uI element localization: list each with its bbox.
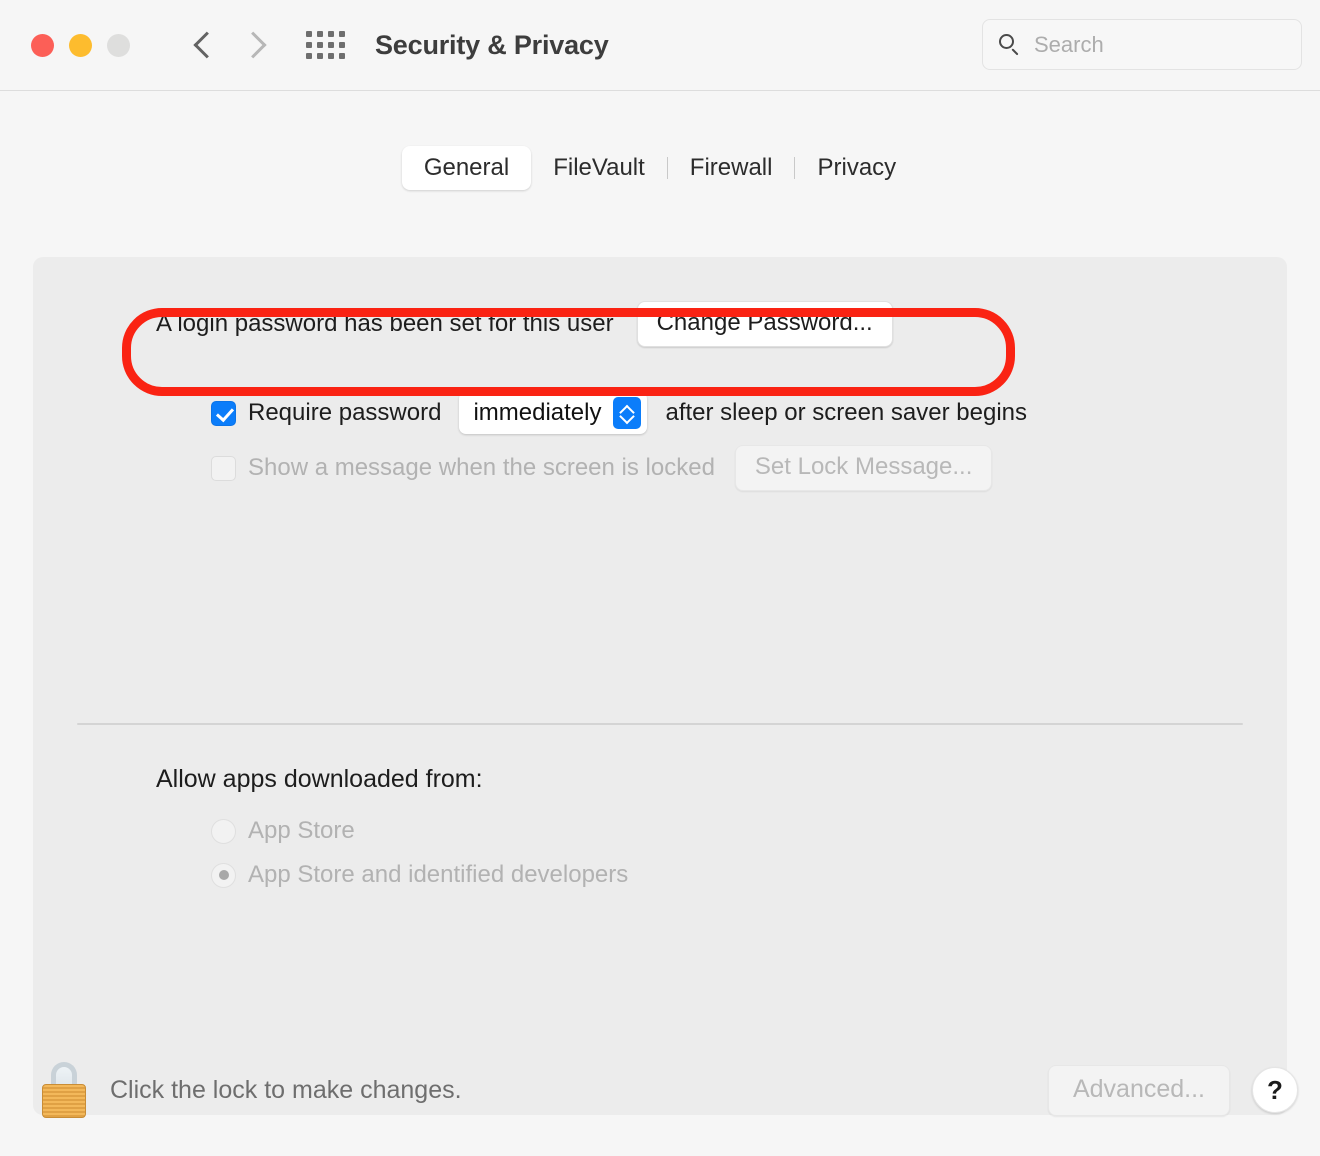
lock-message-row: Show a message when the screen is locked…: [211, 445, 993, 491]
show-lock-message-label: Show a message when the screen is locked: [248, 454, 715, 481]
tab-privacy[interactable]: Privacy: [795, 146, 918, 190]
lock-body: [42, 1084, 86, 1118]
back-chevron-icon[interactable]: [192, 28, 214, 62]
search-field[interactable]: Search: [982, 19, 1302, 70]
tab-firewall[interactable]: Firewall: [668, 146, 795, 190]
app-store-radio-label: App Store: [248, 817, 355, 844]
grid-dot: [317, 53, 323, 59]
close-window-button[interactable]: [31, 33, 54, 57]
navigation-arrows: [192, 28, 268, 62]
identified-developers-radio-label: App Store and identified developers: [248, 861, 629, 888]
page-title: Security & Privacy: [375, 29, 609, 60]
grid-dot: [328, 31, 334, 37]
grid-dot: [339, 31, 345, 37]
lock-icon[interactable]: [40, 1062, 88, 1118]
bottom-bar: Click the lock to make changes. Advanced…: [0, 1024, 1320, 1156]
require-password-row: Require password immediately after sleep…: [211, 392, 1027, 434]
change-password-button[interactable]: Change Password...: [636, 301, 893, 347]
grid-dot: [328, 53, 334, 59]
require-password-label: Require password: [248, 399, 442, 426]
lock-hint-text: Click the lock to make changes.: [110, 1075, 462, 1104]
show-all-grid-icon[interactable]: [306, 31, 345, 59]
set-lock-message-button: Set Lock Message...: [734, 445, 993, 491]
bottom-right-buttons: Advanced... ?: [1047, 1064, 1298, 1116]
grid-dot: [306, 42, 312, 48]
identified-developers-radio: [211, 862, 236, 888]
minimize-window-button[interactable]: [69, 33, 92, 57]
allow-apps-option-identified-developers: App Store and identified developers: [211, 861, 628, 889]
require-password-checkbox[interactable]: [211, 400, 236, 426]
require-password-interval-value: immediately: [473, 399, 602, 426]
tab-filevault[interactable]: FileVault: [531, 146, 667, 190]
grid-dot: [317, 31, 323, 37]
show-lock-message-checkbox[interactable]: [211, 455, 236, 481]
require-password-suffix: after sleep or screen saver begins: [665, 399, 1028, 426]
help-button[interactable]: ?: [1252, 1067, 1298, 1113]
app-store-radio: [211, 818, 236, 844]
grid-dot: [306, 53, 312, 59]
tab-bar: General FileVault Firewall Privacy: [0, 146, 1320, 190]
search-icon: [999, 33, 1021, 56]
grid-dot: [306, 31, 312, 37]
zoom-window-button: [107, 33, 130, 57]
grid-dot: [339, 42, 345, 48]
login-password-row: A login password has been set for this u…: [156, 301, 893, 347]
forward-chevron-icon: [246, 28, 268, 62]
chevron-up-down-icon: [613, 397, 642, 429]
grid-dot: [339, 53, 345, 59]
security-privacy-window: Security & Privacy Search General FileVa…: [0, 0, 1320, 1156]
traffic-lights: [31, 33, 130, 57]
search-input[interactable]: Search: [1034, 32, 1104, 58]
general-panel: A login password has been set for this u…: [33, 257, 1287, 1115]
login-password-status: A login password has been set for this u…: [156, 310, 614, 337]
content-area: General FileVault Firewall Privacy A log…: [0, 91, 1320, 1156]
window-toolbar: Security & Privacy Search: [0, 0, 1320, 91]
allow-apps-option-app-store: App Store: [211, 817, 355, 845]
allow-apps-label: Allow apps downloaded from:: [156, 765, 483, 793]
tab-general[interactable]: General: [401, 146, 532, 190]
require-password-interval-select[interactable]: immediately: [459, 392, 648, 434]
advanced-button: Advanced...: [1047, 1064, 1230, 1116]
section-divider: [77, 723, 1243, 725]
grid-dot: [328, 42, 334, 48]
grid-dot: [317, 42, 323, 48]
